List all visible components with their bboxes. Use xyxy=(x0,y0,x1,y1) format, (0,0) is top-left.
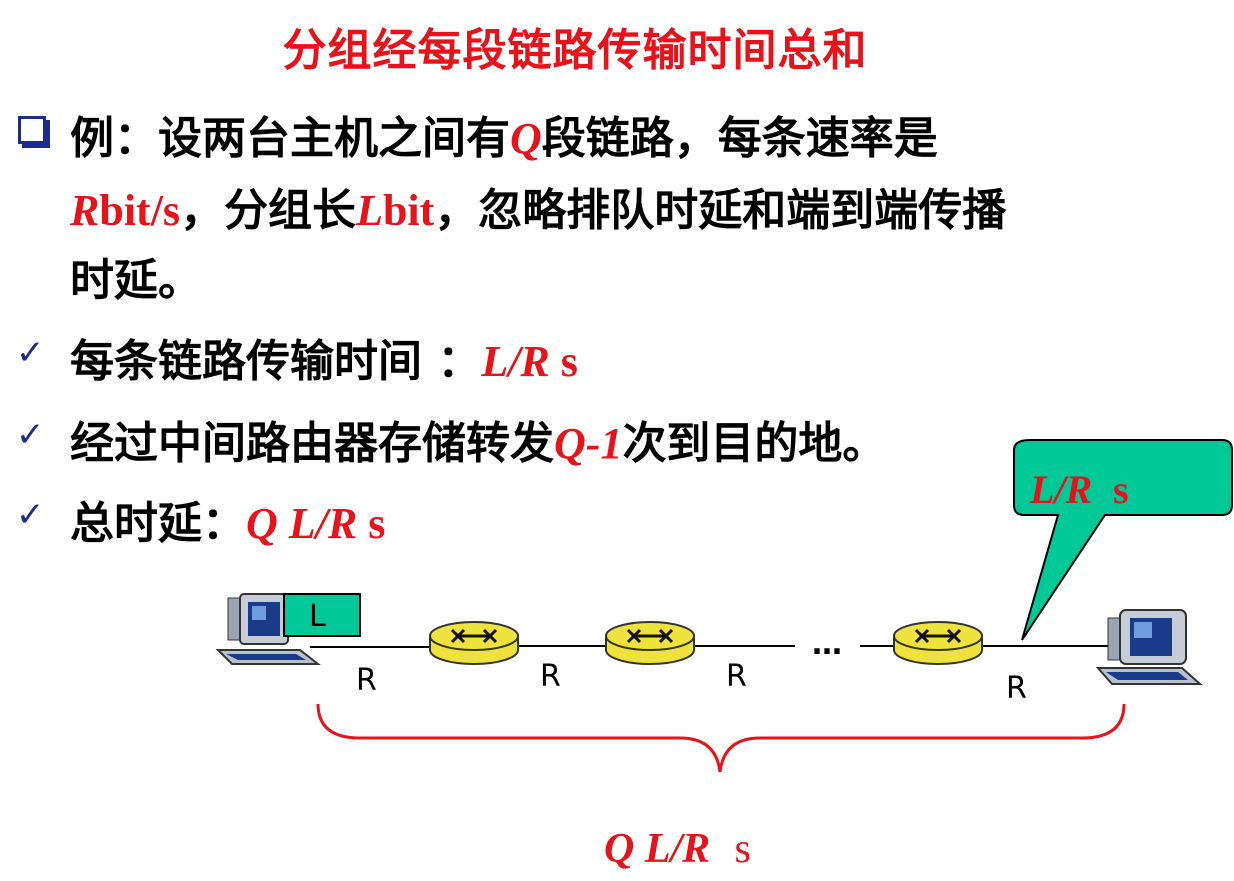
link-label: R xyxy=(540,659,561,694)
brace-formula: Q L/R xyxy=(604,826,710,872)
brace-unit: s xyxy=(724,826,751,872)
packet: L xyxy=(283,593,361,637)
packet-label: L xyxy=(309,599,326,634)
network-diagram: L/R s L … R R R R Q L/R s xyxy=(215,439,1233,872)
callout-formula: L/R xyxy=(1029,467,1092,512)
router-icon xyxy=(893,621,983,665)
span-brace xyxy=(316,703,1126,773)
destination-host-icon xyxy=(1095,609,1203,685)
ellipsis: … xyxy=(812,627,842,662)
link-label: R xyxy=(356,663,377,698)
link-label: R xyxy=(1006,671,1027,706)
link-label: R xyxy=(726,659,747,694)
callout-unit: s xyxy=(1103,467,1129,512)
router-icon xyxy=(605,621,695,665)
router-icon xyxy=(429,621,519,665)
